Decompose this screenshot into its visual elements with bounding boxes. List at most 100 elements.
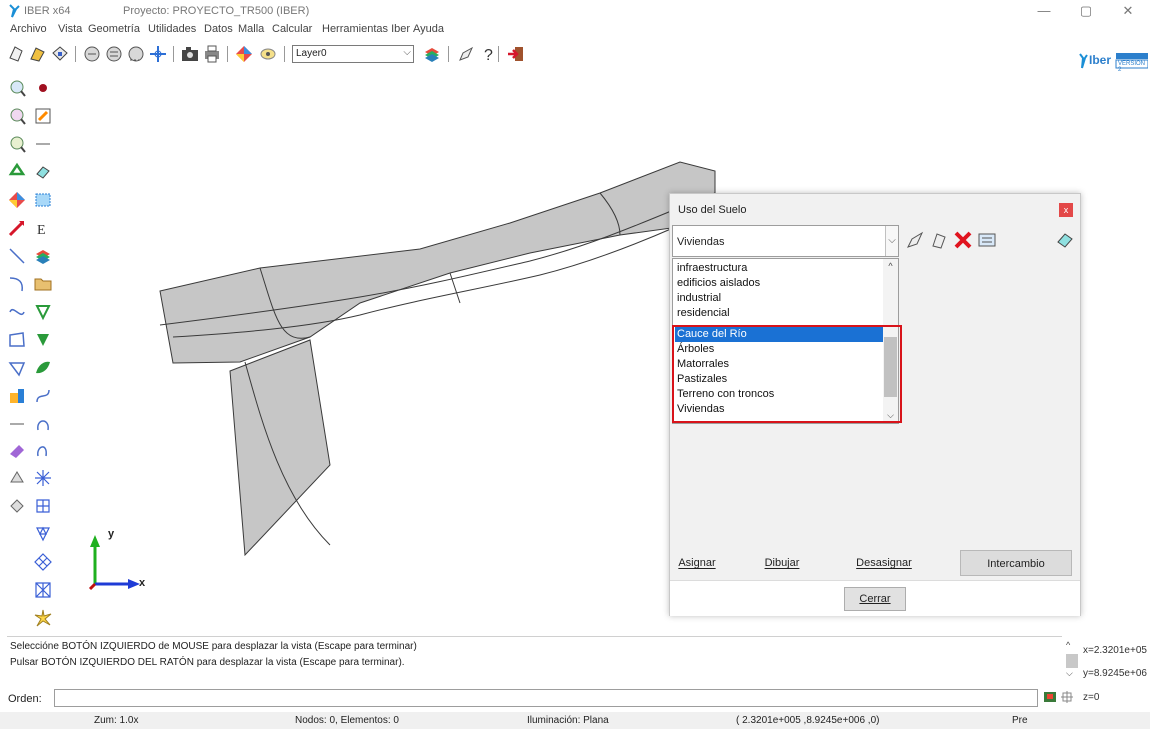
menu-vista[interactable]: Vista [58,23,82,35]
zoom-frame-icon[interactable] [126,44,146,64]
eraser-icon[interactable] [1054,229,1076,251]
delete-icon[interactable] [952,229,974,251]
zoom-frame-icon[interactable] [7,134,27,154]
render-icon[interactable] [7,190,27,210]
open-file-icon[interactable] [28,44,48,64]
print-icon[interactable] [202,44,222,64]
cone-icon[interactable] [33,302,53,322]
mesh-grid-icon[interactable] [33,496,53,516]
close-dialog-button[interactable]: Cerrar [844,587,906,611]
new-file-icon[interactable] [6,44,26,64]
material-icon[interactable] [928,229,950,251]
exit-icon[interactable] [506,44,526,64]
list-item[interactable]: Terreno con troncos [675,387,885,402]
surface-icon[interactable] [7,358,27,378]
list-item[interactable]: edificios aislados [675,276,885,291]
log-scroll-thumb[interactable] [1066,654,1078,668]
list-item[interactable]: residencial [675,306,885,321]
menu-geometria[interactable]: Geometría [88,23,140,35]
toolbar-separator [173,46,174,62]
list-item[interactable]: Pastizales [675,372,885,387]
edit-pencil-icon[interactable] [33,106,53,126]
list-item[interactable]: Viviendas [675,402,885,417]
list-item[interactable]: Matorrales [675,357,885,372]
layers-icon[interactable] [422,44,442,64]
close-window-button[interactable]: ✕ [1112,2,1144,20]
layers-icon[interactable] [33,246,53,266]
mesh-structured-icon[interactable] [33,580,53,600]
tab-intercambio[interactable]: Intercambio [960,550,1072,576]
selection-box-icon[interactable] [33,190,53,210]
minimize-button[interactable]: — [1028,2,1060,20]
zoom-in-icon[interactable] [7,78,27,98]
dialog-close-button[interactable]: x [1059,203,1073,217]
list-item-selected[interactable]: Cauce del Río [675,327,885,342]
zoom-in-icon[interactable] [82,44,102,64]
scroll-thumb[interactable] [884,337,897,397]
menu-datos[interactable]: Datos [204,23,233,35]
menu-calcular[interactable]: Calcular [272,23,312,35]
coord-y: y=8.9245e+06 [1083,668,1147,679]
eraser-icon[interactable] [33,162,53,182]
command-input[interactable] [54,689,1038,707]
grid-snap-icon[interactable] [1043,690,1057,704]
maximize-button[interactable]: ▢ [1070,2,1102,20]
list-item[interactable]: infraestructura [675,261,885,276]
menu-utilidades[interactable]: Utilidades [148,23,196,35]
crosshair-icon[interactable] [1060,690,1074,704]
cone-filled-icon[interactable] [33,330,53,350]
tab-desasignar[interactable]: Desasignar [850,550,918,576]
volume-icon[interactable] [7,386,27,406]
leaf-icon[interactable] [33,358,53,378]
scroll-up-icon[interactable]: ^ [883,261,898,271]
table-view-icon[interactable] [976,229,998,251]
text-e-icon[interactable]: E [33,218,53,238]
camera-icon[interactable] [180,44,200,64]
tab-asignar[interactable]: Asignar [676,550,718,576]
log-scroll-up-icon[interactable]: ^ [1066,640,1070,650]
edit-pencil-icon[interactable] [456,44,476,64]
spline-icon[interactable] [7,302,27,322]
loop-alt-icon[interactable] [33,440,53,460]
mesh-triangle-icon[interactable] [33,524,53,544]
render-icon[interactable] [234,44,254,64]
tab-dibujar[interactable]: Dibujar [760,550,804,576]
mesh-star-icon[interactable] [33,468,53,488]
list-scrollbar[interactable]: ^ ⌵ [883,259,898,423]
loop-icon[interactable] [33,414,53,434]
collapse-icon[interactable] [7,468,27,488]
status-coords: ( 2.3201e+005 ,8.9245e+006 ,0) [736,715,880,726]
list-item[interactable]: Árboles [675,342,885,357]
menu-malla[interactable]: Malla [238,23,264,35]
scroll-down-icon[interactable]: ⌵ [883,410,898,421]
recycle-icon[interactable] [7,162,27,182]
menu-archivo[interactable]: Archivo [10,23,47,35]
layers-visibility-icon[interactable] [258,44,278,64]
polyline-icon[interactable] [7,330,27,350]
point-icon[interactable] [33,78,53,98]
burst-icon[interactable] [33,608,53,628]
folder-icon[interactable] [33,274,53,294]
pan-icon[interactable] [148,44,168,64]
list-item[interactable]: industrial [675,291,885,306]
zoom-out-icon[interactable] [7,106,27,126]
erase-icon[interactable] [7,440,27,460]
pointer-arrow-icon[interactable] [7,218,27,238]
menu-ayuda[interactable]: Ayuda [413,23,444,35]
chevron-down-icon[interactable]: ⌵ [885,226,898,256]
log-scroll-down-icon[interactable]: ⌵ [1066,668,1073,679]
menu-herramientas-iber[interactable]: Herramientas Iber [322,23,410,35]
curve-icon[interactable] [33,386,53,406]
edit-pencil-icon[interactable] [904,229,926,251]
swap-icon[interactable] [7,496,27,516]
save-file-icon[interactable] [50,44,70,64]
land-use-combo[interactable]: Viviendas ⌵ [672,225,899,257]
zoom-out-icon[interactable] [104,44,124,64]
land-use-list[interactable]: infraestructura edificios aislados indus… [672,258,902,424]
help-icon[interactable]: ? [478,44,498,64]
mesh-diamond-icon[interactable] [33,552,53,572]
domain-geometry[interactable] [159,161,716,557]
layer-select[interactable]: Layer0 ⌵ [292,45,414,63]
arc-icon[interactable] [7,274,27,294]
line-icon[interactable] [7,246,27,266]
